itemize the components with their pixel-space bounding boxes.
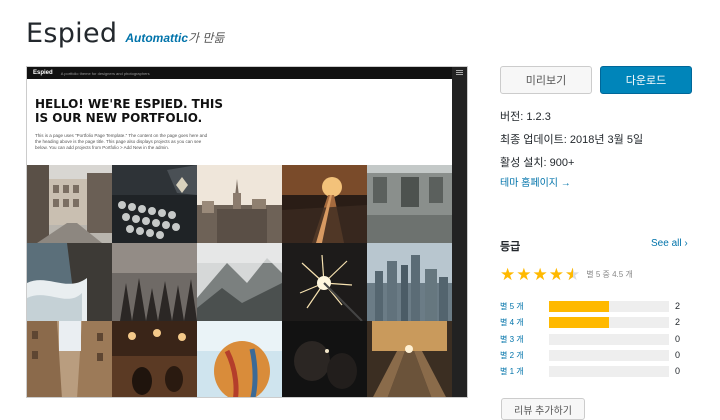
preview-body-text: This is a page uses "Portfolio Page Temp… <box>35 133 208 150</box>
narrow-street-photo <box>27 321 112 397</box>
preview-topbar: Espied A portfolio theme for designers a… <box>27 67 467 79</box>
add-review-button[interactable]: 리뷰 추가하기 <box>501 398 585 420</box>
rating-count: 0 <box>675 350 681 360</box>
see-all-ratings-link[interactable]: See all › <box>651 238 688 249</box>
rating-count: 0 <box>675 334 681 344</box>
rating-bar <box>549 349 669 361</box>
escalator-photo <box>367 321 452 397</box>
ocean-waves-photo <box>27 243 112 321</box>
typewriter-photo <box>112 165 197 243</box>
theme-author: Automattic가 만듦 <box>125 29 224 46</box>
preview-tagline: A portfolio theme for designers and phot… <box>60 70 150 76</box>
rating-label[interactable]: 별 4 개 <box>500 317 549 328</box>
theme-screenshot: Espied A portfolio theme for designers a… <box>26 66 468 398</box>
theme-header: Espied Automattic가 만듦 <box>26 18 224 49</box>
star-full-icon: ★ <box>532 265 548 284</box>
preview-logo: Espied <box>33 70 53 76</box>
rating-row-3[interactable]: 별 3 개 0 <box>500 333 690 345</box>
rating-row-5[interactable]: 별 5 개 2 <box>500 300 690 312</box>
star-half-icon: ★★ <box>565 265 581 284</box>
theme-homepage-link[interactable]: 테마 홈페이지 → <box>500 174 571 189</box>
rating-row-4[interactable]: 별 4 개 2 <box>500 316 690 328</box>
star-full-icon: ★ <box>500 265 516 284</box>
star-rating: ★ ★ ★ ★ ★★ 별 5 중 4.5 개 <box>500 266 633 283</box>
portfolio-grid <box>27 165 452 397</box>
rating-row-2[interactable]: 별 2 개 0 <box>500 349 690 361</box>
theme-active-installs: 활성 설치: 900+ <box>500 157 575 169</box>
theme-title: Espied <box>26 18 118 49</box>
train-tracks-sunset-photo <box>282 165 367 243</box>
theme-version: 버전: 1.2.3 <box>500 111 551 123</box>
rating-bar <box>549 316 669 328</box>
sparkler-photo <box>282 243 367 321</box>
menu-icon <box>456 70 463 75</box>
rating-row-1[interactable]: 별 1 개 0 <box>500 365 690 377</box>
building-photo <box>367 165 452 243</box>
rating-label[interactable]: 별 5 개 <box>500 301 549 312</box>
preview-sidebar <box>452 67 467 397</box>
author-link[interactable]: Automattic <box>125 31 188 45</box>
pine-forest-photo <box>112 243 197 321</box>
rating-bar <box>549 365 669 377</box>
star-rating-text: 별 5 중 4.5 개 <box>586 270 633 279</box>
rating-bar-fill <box>549 316 609 328</box>
rating-count: 2 <box>675 317 681 327</box>
rating-bar <box>549 300 669 312</box>
rating-label[interactable]: 별 2 개 <box>500 350 549 361</box>
rating-label[interactable]: 별 3 개 <box>500 334 549 345</box>
rating-count: 2 <box>675 301 681 311</box>
hot-air-balloon-photo <box>197 321 282 397</box>
rating-bar <box>549 333 669 345</box>
street-photo <box>27 165 112 243</box>
theme-last-updated: 최종 업데이트: 2018년 3월 5일 <box>500 134 644 146</box>
download-button[interactable]: 다운로드 <box>600 66 692 94</box>
preview-heading: HELLO! WE'RE ESPIED. THIS IS OUR NEW POR… <box>35 97 224 125</box>
star-full-icon: ★ <box>548 265 564 284</box>
dark-hands-photo <box>282 321 367 397</box>
star-full-icon: ★ <box>516 265 532 284</box>
bar-interior-photo <box>112 321 197 397</box>
preview-button[interactable]: 미리보기 <box>500 66 592 94</box>
ratings-heading: 등급 <box>500 241 521 253</box>
city-skyline-photo <box>197 165 282 243</box>
rating-count: 0 <box>675 366 681 376</box>
misty-mountain-photo <box>197 243 282 321</box>
rating-label[interactable]: 별 1 개 <box>500 366 549 377</box>
rating-bar-fill <box>549 300 609 312</box>
author-suffix: 가 만듦 <box>188 31 225 45</box>
city-aerial-photo <box>367 243 452 321</box>
